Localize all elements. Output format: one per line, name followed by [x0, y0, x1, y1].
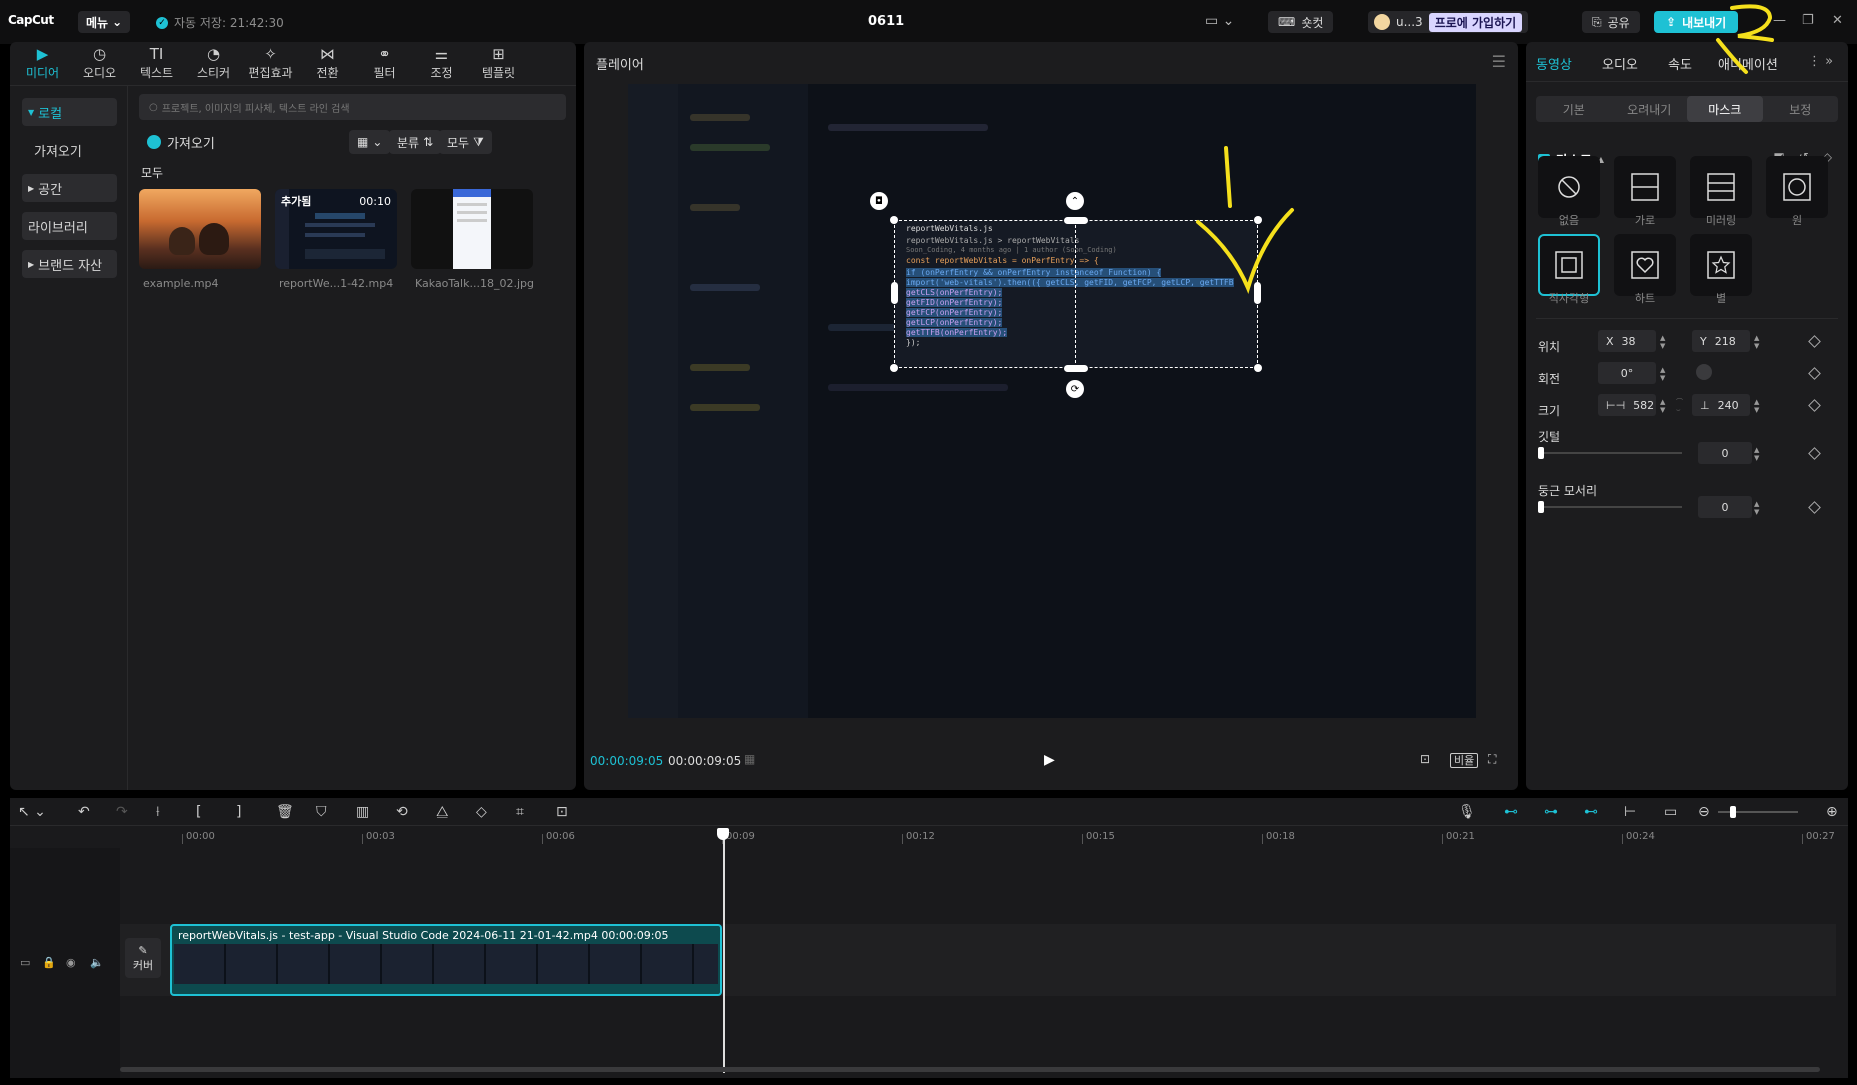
annotation-check: [1196, 208, 1294, 294]
annotation-mark-one: [1224, 146, 1232, 208]
annotation-overlay: [1196, 4, 1774, 294]
annotation-arrow: [1716, 38, 1748, 74]
annotation-mark-two: [1730, 4, 1774, 42]
